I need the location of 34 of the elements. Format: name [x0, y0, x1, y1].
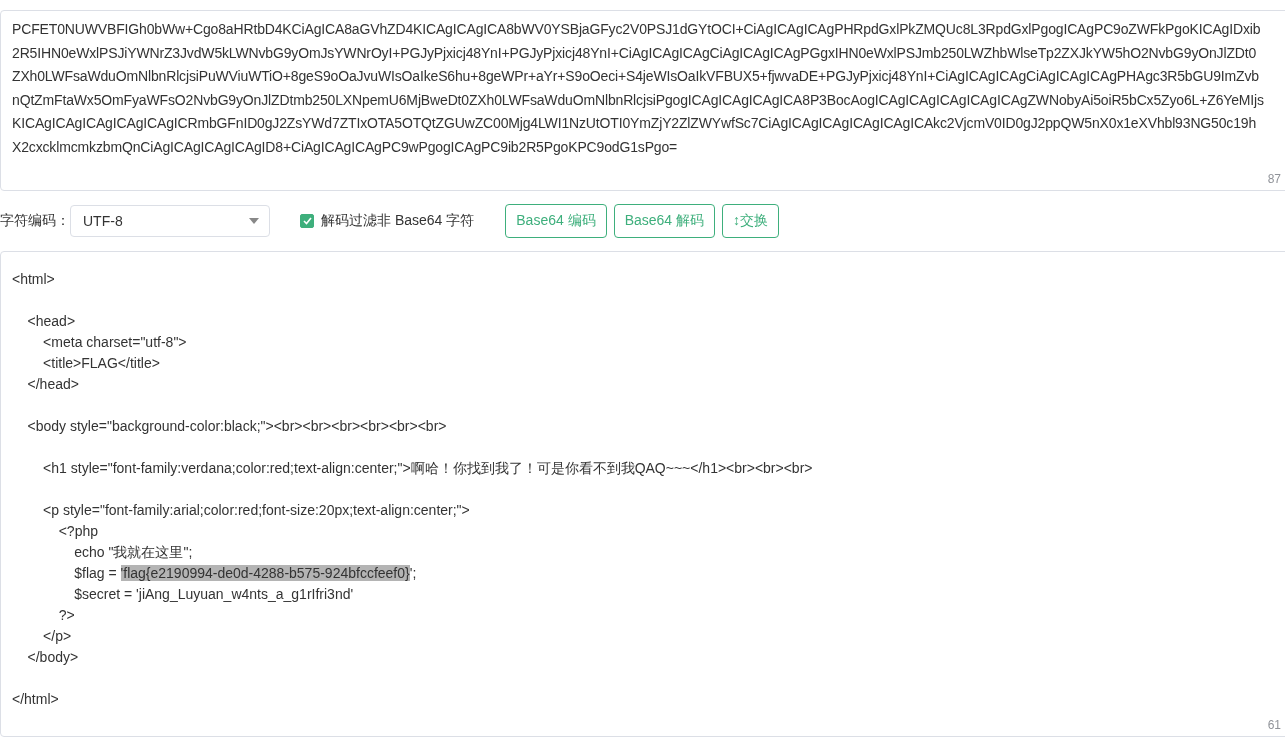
code-line: </head> [26, 375, 80, 394]
code-line: $flag = 'flag{e2190994-de0d-4288-b575-924bfccfeef0}'; [73, 564, 418, 583]
code-line: </body> [26, 648, 80, 667]
base64-text-line: PCFET0NUWVBFIGh0bWw+Cgo8aHRtbD4KCiAgICA8aGVhZD4KICAgICAgICA8bWV0YSBjaGFyc2V0PSJ1dGYtOCI+CiAgICAgICAgPHRpdGxlPkZMQUc8L3RpdGxlPgogICAgPC9oZWFkPgoKICAgIDxib [12, 20, 1261, 39]
action-button[interactable]: Base64 编码 [505, 204, 607, 238]
base64-input-field[interactable] [0, 10, 1285, 191]
code-line: <body style="background-color:black;"><br><br><br><br><br><br> [26, 417, 448, 436]
action-button[interactable]: Base64 解码 [613, 204, 715, 238]
check-icon [302, 217, 312, 225]
code-line: <p style="font-family:arial;color:red;font-size:20px;text-align:center;"> [42, 501, 471, 520]
character-count: 61 [1267, 718, 1281, 732]
caret-icon [249, 218, 259, 224]
code-line: <meta charset="utf-8"> [42, 333, 188, 352]
character-count: 87 [1267, 172, 1281, 186]
base64-text-line: X2cxcklmcmkzbmQnCiAgICAgICAgICAgID8+CiAgICAgICAgPC9wPgogICAgPC9ib2R5PgoKPC9odG1sPgo= [12, 137, 678, 157]
charset-select[interactable]: UTF-8 [70, 205, 270, 237]
base64-text-line: ZXh0LWFsaWduOmNlbnRlcjsiPuWViuWTiO+8geS9oOaJvuWIsOaIkeS6hu+8geWPr+aYr+S9oOeci+S4jeWIsOaIkVFBUX5+fjwvaDE+PGJyPjxicj48YnI+CiAgICAgICAgCiAgICAgICAgPHAgc3R5bGU9ImZvb [12, 67, 1259, 86]
base64-text-line: 2R5IHN0eWxlPSJiYWNrZ3JvdW5kLWNvbG9yOmJsYWNrOyI+PGJyPjxicj48YnI+PGJyPjxicj48YnI+CiAgICAgICAgCiAgICAgICAgPGgxIHN0eWxlPSJmb250LWZhbWlseTp2ZXJkYW5hO2NvbG9yOnJlZDt0 [12, 43, 1257, 63]
code-line: ?> [57, 606, 76, 625]
code-line: </html> [12, 690, 60, 709]
code-line: <title>FLAG</title> [42, 354, 161, 373]
decoded-output-field[interactable] [0, 251, 1285, 737]
code-line: echo "我就在这里"; [73, 543, 194, 562]
code-line: <h1 style="font-family:verdana;color:red;text-align:center;">啊哈！你找到我了！可是你看不到我QAQ~~~</h1><br><br><br> [42, 459, 814, 478]
code-line: <?php [57, 522, 99, 541]
code-line: </p> [42, 627, 73, 646]
code-line: $secret = 'jiAng_Luyuan_w4nts_a_g1rIfri3nd' [73, 585, 355, 604]
code-line: <head> [26, 312, 77, 331]
action-button[interactable]: ↕交换 [722, 204, 779, 238]
base64-text-line: nQtZmFtaWx5OmFyaWFsO2NvbG9yOnJlZDtmb250LXNpemU6MjBweDt0ZXh0LWFsaWduOmNlbnRlcjsiPgogICAgICAgICAgICA8P3BocAogICAgICAgICAgICAgICAgZWNobyAi5oiR5bCx5Zyo6L+Z6YeMIjs [12, 90, 1264, 110]
code-line: <html> [12, 270, 56, 289]
filter-checkbox[interactable]: 解码过滤非 Base64 字符 [300, 212, 475, 230]
base64-text-line: KICAgICAgICAgICAgICAgICRmbGFnID0gJ2ZsYWd7ZTIxOTA5OTQtZGUwZC00Mjg4LWI1NzUtOTI0YmZjY2ZlZWYwfSc7CiAgICAgICAgICAgICAgICAkc2VjcmV0ID0gJ2ppQW5nX0x1eXVhbl93NG50c19h [12, 114, 1257, 133]
charset-label: 字符编码： [0, 212, 70, 230]
